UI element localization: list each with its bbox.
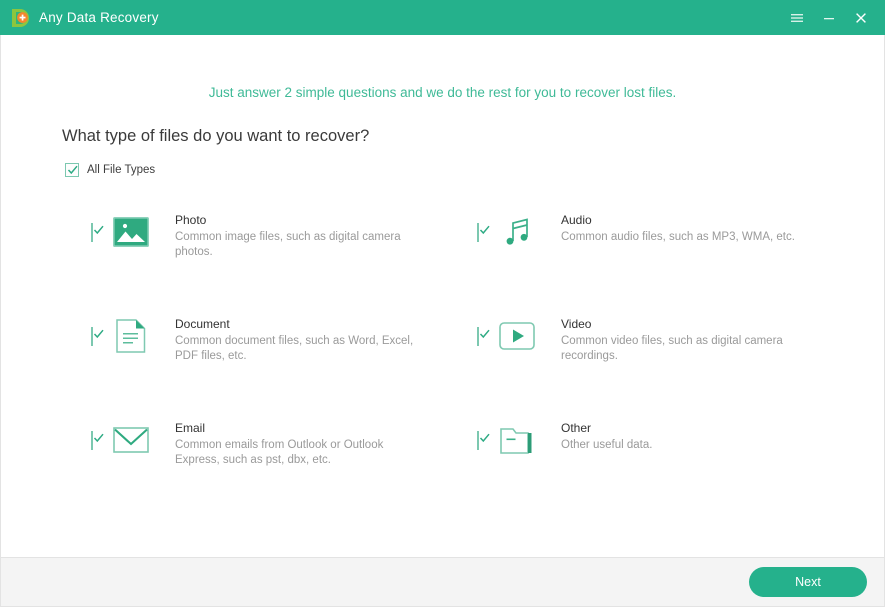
close-button[interactable] (845, 0, 877, 35)
video-description: Common video files, such as digital came… (561, 335, 783, 362)
app-title: Any Data Recovery (39, 10, 159, 25)
window-controls (781, 0, 885, 35)
video-checkbox[interactable] (477, 327, 490, 346)
email-icon (113, 422, 149, 458)
title-bar-left: Any Data Recovery (0, 7, 159, 28)
other-checkbox-wrap (477, 417, 490, 450)
photo-title: Photo (175, 213, 207, 227)
menu-button[interactable] (781, 0, 813, 35)
audio-checkbox-wrap (477, 209, 490, 242)
app-window: Any Data Recovery Just answer 2 simple q… (0, 0, 885, 607)
app-logo-icon (10, 7, 31, 28)
document-checkbox-wrap (91, 313, 104, 346)
other-checkbox[interactable] (477, 431, 490, 450)
content-area: Just answer 2 simple questions and we do… (0, 35, 885, 557)
document-description: Common document files, such as Word, Exc… (175, 335, 414, 362)
email-text: Email Common emails from Outlook or Outl… (175, 417, 425, 468)
title-bar: Any Data Recovery (0, 0, 885, 35)
audio-text: Audio Common audio files, such as MP3, W… (561, 209, 795, 245)
page-title: What type of files do you want to recove… (62, 127, 370, 145)
photo-checkbox-wrap (91, 209, 104, 242)
file-type-other[interactable]: Other Other useful data. (477, 417, 863, 468)
video-icon (499, 318, 535, 354)
all-file-types-row[interactable]: All File Types (65, 163, 884, 177)
next-button[interactable]: Next (749, 567, 867, 597)
document-icon (113, 318, 149, 354)
photo-description: Common image files, such as digital came… (175, 231, 401, 258)
audio-checkbox[interactable] (477, 223, 490, 242)
audio-icon (499, 214, 535, 250)
file-type-photo[interactable]: Photo Common image files, such as digita… (91, 209, 477, 313)
other-text: Other Other useful data. (561, 417, 652, 453)
photo-text: Photo Common image files, such as digita… (175, 209, 425, 260)
footer-bar: Next (0, 557, 885, 607)
minimize-button[interactable] (813, 0, 845, 35)
file-type-audio[interactable]: Audio Common audio files, such as MP3, W… (477, 209, 863, 313)
all-file-types-label: All File Types (87, 164, 156, 176)
document-checkbox[interactable] (91, 327, 104, 346)
other-description: Other useful data. (561, 439, 653, 451)
file-type-document[interactable]: Document Common document files, such as … (91, 313, 477, 417)
email-description: Common emails from Outlook or Outlook Ex… (175, 439, 384, 466)
email-checkbox-wrap (91, 417, 104, 450)
document-text: Document Common document files, such as … (175, 313, 425, 364)
email-checkbox[interactable] (91, 431, 104, 450)
subtitle-text: Just answer 2 simple questions and we do… (208, 85, 677, 100)
email-title: Email (175, 421, 206, 435)
other-title: Other (561, 421, 592, 435)
other-folder-icon (499, 422, 535, 458)
photo-icon (113, 214, 149, 250)
photo-checkbox[interactable] (91, 223, 104, 242)
video-checkbox-wrap (477, 313, 490, 346)
audio-title: Audio (561, 213, 592, 227)
video-text: Video Common video files, such as digita… (561, 313, 811, 364)
audio-description: Common audio files, such as MP3, WMA, et… (561, 231, 795, 243)
file-type-video[interactable]: Video Common video files, such as digita… (477, 313, 863, 417)
file-types-grid: Photo Common image files, such as digita… (1, 209, 884, 468)
video-title: Video (561, 317, 592, 331)
document-title: Document (175, 317, 230, 331)
file-type-email[interactable]: Email Common emails from Outlook or Outl… (91, 417, 477, 468)
all-file-types-checkbox[interactable] (65, 163, 79, 177)
